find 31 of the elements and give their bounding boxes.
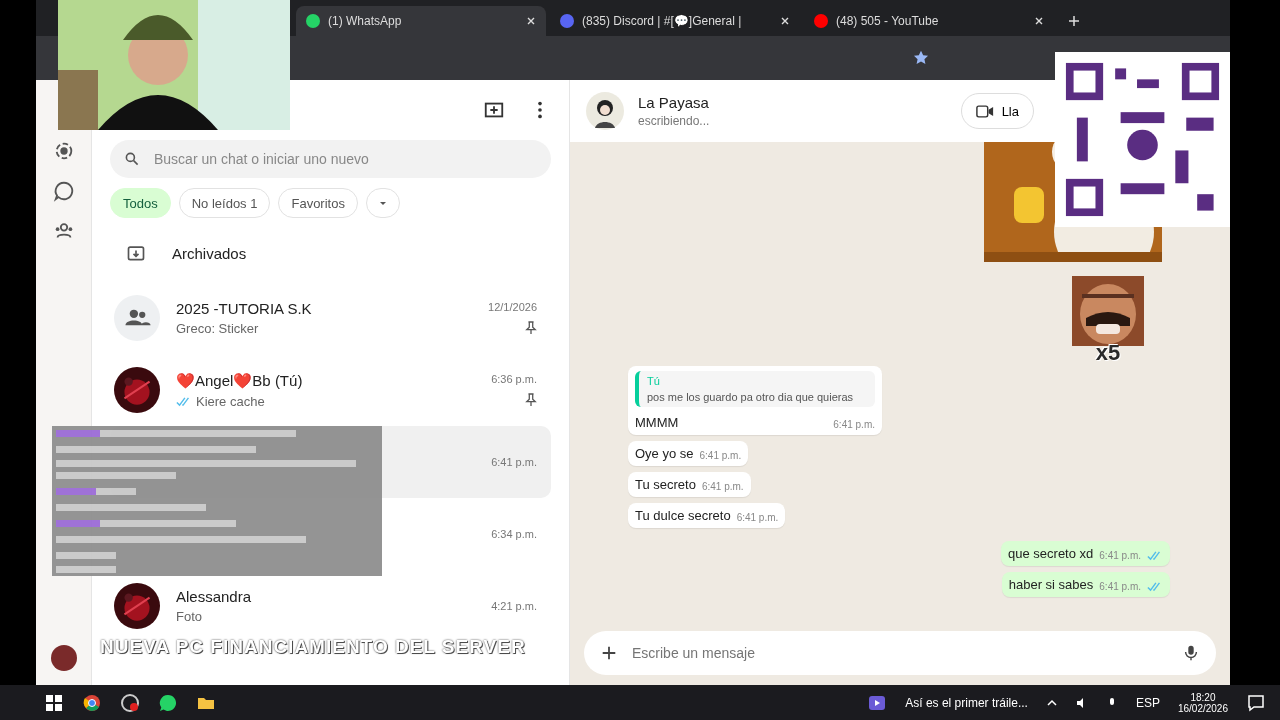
message-time: 6:41 p.m.	[1099, 550, 1141, 561]
chat-time: 4:21 p.m.	[491, 600, 537, 612]
message-text: Tu dulce secreto	[635, 508, 731, 523]
clock-time: 18:20	[1190, 691, 1216, 703]
banner-text: NUEVA PC FINANCIAMIENTO DEL SERVER	[100, 636, 526, 658]
chat-name: ❤Angel❤Bb (Tú)	[176, 371, 304, 390]
message-text: que secreto xd	[1008, 546, 1094, 561]
message-text: Oye yo se	[635, 446, 694, 461]
message-time: 6:41 p.m.	[833, 419, 875, 430]
chat-time: 12/1/2026	[488, 301, 537, 313]
quote-author: Tú	[647, 375, 661, 387]
message-text: MMMM	[635, 415, 680, 430]
message-time: 6:41 p.m.	[1099, 581, 1141, 592]
chat-time: 6:36 p.m.	[491, 373, 537, 385]
chat-time: 6:41 p.m.	[491, 456, 537, 468]
typing-status: escribiendo...	[638, 114, 711, 128]
chat-preview: Kiere cache	[196, 393, 265, 409]
sticker-count: x5	[1095, 340, 1121, 366]
chat-name: Alessandra	[176, 588, 253, 605]
chat-preview: Greco: Sticker	[176, 321, 259, 336]
clock-date: 16/02/2026	[1177, 702, 1228, 714]
quote-text: pos me los guardo pa otro dia que quieras	[647, 391, 855, 403]
message-text: haber si sabes	[1008, 577, 1094, 592]
chat-name: 2025 -TUTORIA S.K	[176, 300, 313, 317]
chat-preview: Foto	[176, 609, 202, 624]
contact-name: La Payasa	[638, 94, 710, 111]
message-text: Tu secreto	[635, 477, 696, 492]
message-time: 6:41 p.m.	[701, 481, 744, 492]
message-time: 6:41 p.m.	[699, 450, 742, 461]
chat-time: 6:34 p.m.	[491, 528, 537, 540]
message-time: 6:41 p.m.	[736, 512, 779, 523]
